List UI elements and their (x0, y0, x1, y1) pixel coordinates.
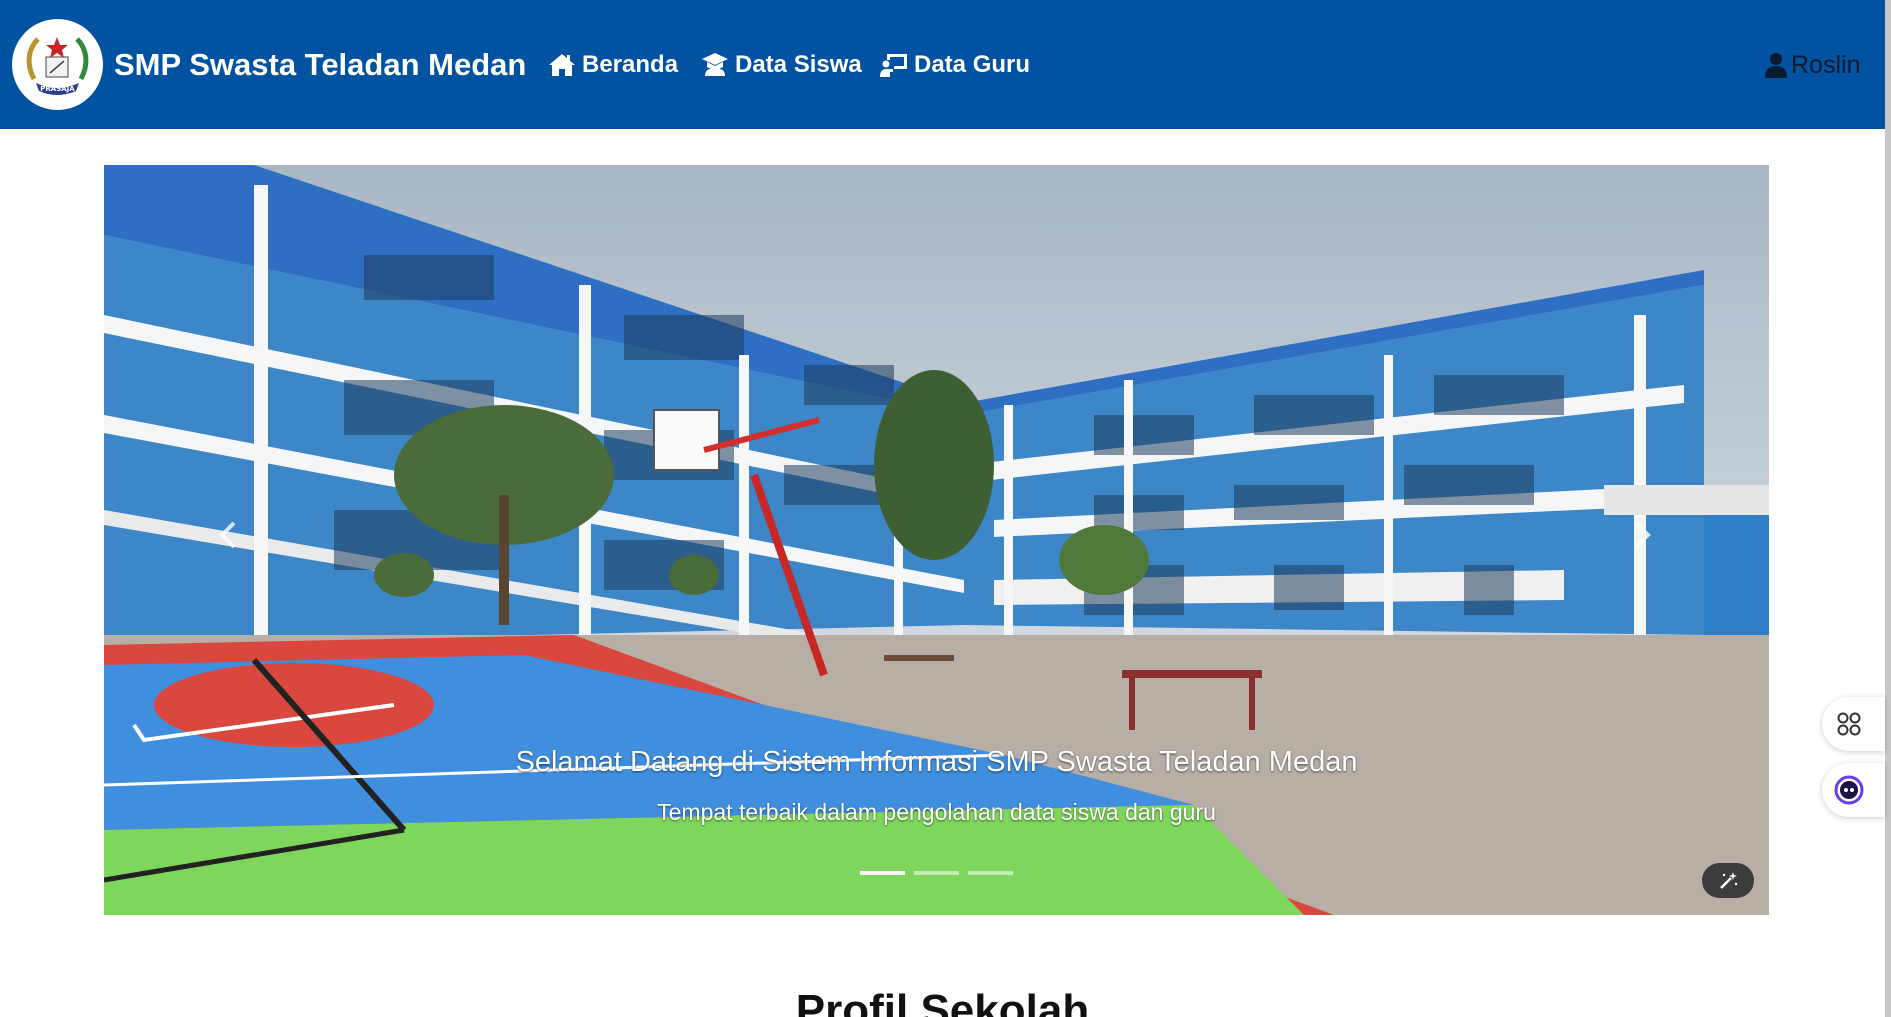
carousel-next-button[interactable] (1622, 513, 1662, 557)
chevron-right-icon (1634, 521, 1651, 549)
nav-data-siswa[interactable]: Data Siswa (701, 48, 862, 82)
page-scrollbar[interactable] (1885, 0, 1891, 1017)
image-enhance-button[interactable] (1702, 863, 1754, 898)
assistant-widget-button[interactable] (1822, 763, 1885, 817)
user-menu[interactable]: Roslin (1765, 48, 1860, 82)
graduate-icon (702, 53, 728, 76)
carousel-indicators (860, 871, 1013, 875)
teacher-board-icon (880, 54, 907, 77)
user-icon (1765, 53, 1787, 78)
chevron-left-icon (219, 521, 236, 549)
school-logo[interactable]: PRASAJA (12, 19, 103, 110)
carousel-indicator-3[interactable] (968, 871, 1013, 875)
top-navbar: PRASAJA SMP Swasta Teladan Medan Beranda… (0, 0, 1885, 129)
nav-data-guru[interactable]: Data Guru (880, 48, 1030, 82)
scrollbar-thumb[interactable] (1885, 0, 1891, 1017)
section-title-profil: Profil Sekolah (795, 986, 1090, 1017)
school-emblem-icon: PRASAJA (12, 19, 103, 110)
nav-beranda[interactable]: Beranda (548, 48, 678, 82)
hero-carousel[interactable]: Selamat Datang di Sistem Informasi SMP S… (104, 165, 1769, 915)
carousel-caption-text: Tempat terbaik dalam pengolahan data sis… (657, 799, 1216, 825)
carousel-indicator-1[interactable] (860, 871, 905, 875)
svg-text:PRASAJA: PRASAJA (40, 85, 75, 93)
brand-title[interactable]: SMP Swasta Teladan Medan (114, 47, 526, 83)
nav-data-siswa-label: Data Siswa (735, 51, 862, 78)
carousel-caption-title: Selamat Datang di Sistem Informasi SMP S… (515, 746, 1358, 778)
carousel-prev-button[interactable] (208, 513, 248, 557)
home-icon (549, 54, 575, 76)
apps-widget-button[interactable] (1822, 697, 1885, 751)
magic-wand-icon (1720, 871, 1738, 889)
nav-data-guru-label: Data Guru (914, 51, 1031, 78)
nav-beranda-label: Beranda (582, 51, 679, 78)
user-name: Roslin (1791, 50, 1861, 79)
apps-grid-icon (1837, 712, 1861, 736)
carousel-indicator-2[interactable] (914, 871, 959, 875)
assistant-face-icon (1834, 775, 1864, 805)
